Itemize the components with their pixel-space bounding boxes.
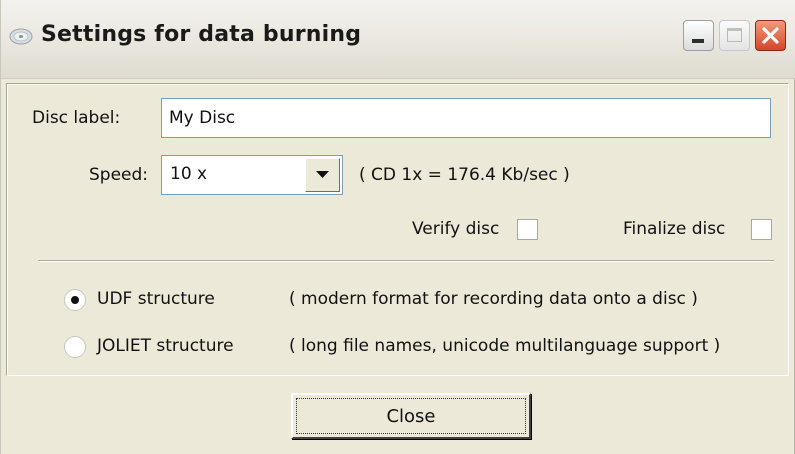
- speed-label: Speed:: [89, 165, 149, 185]
- settings-window: Settings for data burning Disc label: Sp…: [0, 0, 795, 454]
- udf-structure-description: ( modern format for recording data onto …: [289, 289, 698, 309]
- joliet-structure-description: ( long file names, unicode multilanguage…: [289, 336, 721, 356]
- title-bar[interactable]: Settings for data burning: [1, 0, 795, 79]
- maximize-button[interactable]: [719, 20, 750, 51]
- verify-disc-label: Verify disc: [412, 219, 500, 239]
- finalize-disc-checkbox[interactable]: [751, 219, 772, 240]
- speed-dropdown-button[interactable]: [305, 158, 340, 192]
- disc-label-input[interactable]: [161, 98, 771, 138]
- close-button[interactable]: Close: [291, 393, 531, 439]
- close-window-button[interactable]: [755, 20, 786, 51]
- radio-selected-dot: [71, 296, 79, 304]
- finalize-disc-label: Finalize disc: [623, 219, 726, 239]
- verify-disc-checkbox[interactable]: [517, 219, 538, 240]
- chevron-down-icon: [316, 171, 329, 178]
- minimize-icon: [692, 39, 704, 43]
- close-icon: [762, 27, 779, 44]
- section-divider: [38, 260, 774, 262]
- speed-select[interactable]: 10 x: [161, 155, 343, 195]
- window-title: Settings for data burning: [41, 22, 362, 47]
- disc-icon: [9, 28, 33, 45]
- joliet-structure-radio[interactable]: [64, 336, 86, 358]
- close-button-label: Close: [386, 406, 436, 427]
- speed-selected-value: 10 x: [170, 164, 208, 184]
- udf-structure-label[interactable]: UDF structure: [97, 289, 215, 309]
- minimize-button[interactable]: [683, 20, 714, 51]
- joliet-structure-label[interactable]: JOLIET structure: [97, 336, 234, 356]
- udf-structure-radio[interactable]: [64, 289, 86, 311]
- speed-note: ( CD 1x = 176.4 Kb/sec ): [359, 165, 570, 185]
- maximize-icon: [727, 28, 742, 42]
- disc-label-label: Disc label:: [32, 108, 121, 128]
